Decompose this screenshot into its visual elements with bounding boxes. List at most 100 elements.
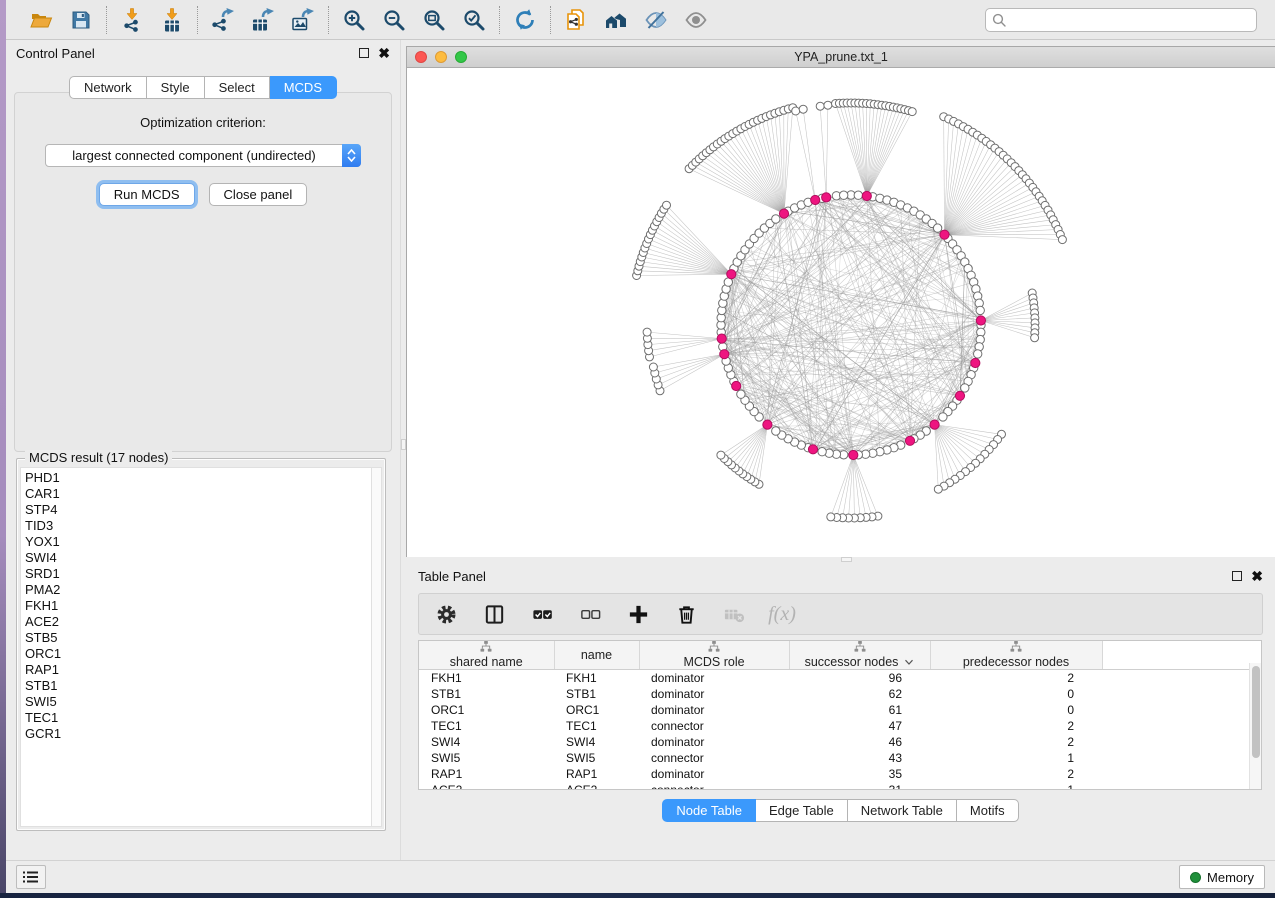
mcds-result-item[interactable]: RAP1: [25, 662, 371, 678]
select-all-icon[interactable]: [529, 601, 555, 627]
table-row[interactable]: TEC1TEC1connector472: [419, 718, 1261, 734]
split-panel-icon[interactable]: [481, 601, 507, 627]
table-scrollbar[interactable]: [1249, 663, 1261, 789]
export-table-icon[interactable]: [250, 7, 276, 33]
memory-label: Memory: [1207, 870, 1254, 885]
zoom-out-icon[interactable]: [381, 7, 407, 33]
import-table-icon[interactable]: [159, 7, 185, 33]
tab-style[interactable]: Style: [147, 76, 205, 99]
deselect-all-icon[interactable]: [577, 601, 603, 627]
show-all-icon[interactable]: [683, 7, 709, 33]
table-row[interactable]: ORC1ORC1dominator610: [419, 702, 1261, 718]
table-scrollbar-thumb[interactable]: [1252, 666, 1260, 758]
cytoscape-window: Control Panel ✖ NetworkStyleSelectMCDS O…: [6, 0, 1275, 893]
mcds-result-title: MCDS result (17 nodes): [25, 450, 172, 465]
list-icon: [23, 870, 39, 884]
network-titlebar[interactable]: YPA_prune.txt_1: [407, 47, 1275, 68]
mcds-result-item[interactable]: PMA2: [25, 582, 371, 598]
close-panel-button[interactable]: Close panel: [209, 183, 308, 206]
mcds-result-item[interactable]: TID3: [25, 518, 371, 534]
criterion-select[interactable]: largest connected component (undirected): [45, 144, 361, 167]
export-network-icon[interactable]: [210, 7, 236, 33]
table-row[interactable]: ACE2ACE2connector311: [419, 782, 1261, 791]
mcds-result-list[interactable]: PHD1CAR1STP4TID3YOX1SWI4SRD1PMA2FKH1ACE2…: [20, 467, 371, 827]
column-header-name[interactable]: name: [554, 641, 639, 670]
memory-button[interactable]: Memory: [1179, 865, 1265, 889]
table-panel-header: Table Panel ✖: [406, 563, 1275, 589]
add-row-icon[interactable]: [625, 601, 651, 627]
zoom-fit-icon[interactable]: [421, 7, 447, 33]
table-row[interactable]: SWI5SWI5connector431: [419, 750, 1261, 766]
show-neighbors-icon[interactable]: [603, 7, 629, 33]
table-row[interactable]: STB1STB1dominator620: [419, 686, 1261, 702]
node-table[interactable]: shared namenameMCDS rolesuccessor nodesp…: [419, 641, 1261, 790]
hide-selected-icon[interactable]: [643, 7, 669, 33]
zoom-in-icon[interactable]: [341, 7, 367, 33]
network-canvas[interactable]: [407, 68, 1275, 557]
mcds-result-item[interactable]: SWI5: [25, 694, 371, 710]
table-row[interactable]: RAP1RAP1dominator352: [419, 766, 1261, 782]
import-network-icon[interactable]: [119, 7, 145, 33]
task-history-button[interactable]: [16, 865, 46, 889]
tab-edge-table[interactable]: Edge Table: [756, 799, 848, 822]
column-header-MCDS-role[interactable]: MCDS role: [639, 641, 789, 670]
zoom-selected-icon[interactable]: [461, 7, 487, 33]
mcds-result-item[interactable]: SWI4: [25, 550, 371, 566]
search-input[interactable]: [1011, 10, 1250, 30]
select-stepper-icon: [342, 144, 361, 167]
mcds-result-item[interactable]: ACE2: [25, 614, 371, 630]
main-toolbar: [6, 0, 1275, 40]
close-panel-icon[interactable]: ✖: [378, 48, 390, 58]
export-image-icon[interactable]: [290, 7, 316, 33]
clone-network-icon[interactable]: [563, 7, 589, 33]
mcds-result-item[interactable]: STB5: [25, 630, 371, 646]
delete-row-icon[interactable]: [673, 601, 699, 627]
optimization-criterion-label: Optimization criterion:: [15, 115, 391, 130]
memory-status-icon: [1190, 872, 1201, 883]
mcds-result-item[interactable]: CAR1: [25, 486, 371, 502]
mcds-result-group: MCDS result (17 nodes) PHD1CAR1STP4TID3Y…: [16, 458, 386, 831]
mcds-result-item[interactable]: YOX1: [25, 534, 371, 550]
mcds-result-item[interactable]: FKH1: [25, 598, 371, 614]
splitter-handle[interactable]: [401, 439, 406, 450]
column-header-successor-nodes[interactable]: successor nodes: [789, 641, 930, 670]
tab-node-table[interactable]: Node Table: [662, 799, 756, 822]
float-panel-icon[interactable]: [359, 48, 369, 58]
table-row[interactable]: SWI4SWI4dominator462: [419, 734, 1261, 750]
column-header-predecessor-nodes[interactable]: predecessor nodes: [930, 641, 1102, 670]
mcds-result-item[interactable]: GCR1: [25, 726, 371, 742]
control-panel-header: Control Panel ✖: [6, 40, 400, 66]
mcds-result-item[interactable]: STP4: [25, 502, 371, 518]
tab-network[interactable]: Network: [69, 76, 147, 99]
tab-motifs[interactable]: Motifs: [957, 799, 1019, 822]
mcds-result-item[interactable]: SRD1: [25, 566, 371, 582]
tab-network-table[interactable]: Network Table: [848, 799, 957, 822]
mcds-result-item[interactable]: PHD1: [25, 470, 371, 486]
mcds-result-item[interactable]: TEC1: [25, 710, 371, 726]
control-panel: Control Panel ✖ NetworkStyleSelectMCDS O…: [6, 40, 400, 860]
splitter-handle[interactable]: [841, 557, 852, 562]
refresh-view-icon[interactable]: [512, 7, 538, 33]
mcds-result-item[interactable]: ORC1: [25, 646, 371, 662]
control-panel-tabs: NetworkStyleSelectMCDS: [6, 76, 400, 99]
control-panel-title: Control Panel: [16, 46, 95, 61]
table-tabs: Node TableEdge TableNetwork TableMotifs: [406, 799, 1275, 822]
tab-select[interactable]: Select: [205, 76, 270, 99]
mcds-result-item[interactable]: STB1: [25, 678, 371, 694]
open-file-icon[interactable]: [28, 7, 54, 33]
main-area: Control Panel ✖ NetworkStyleSelectMCDS O…: [6, 40, 1275, 860]
network-graph[interactable]: [407, 68, 1275, 557]
close-panel-icon[interactable]: ✖: [1251, 571, 1263, 581]
save-session-icon[interactable]: [68, 7, 94, 33]
run-mcds-button[interactable]: Run MCDS: [99, 183, 195, 206]
criterion-selected-value: largest connected component (undirected): [46, 148, 342, 163]
apply-function-icon[interactable]: f(x): [769, 601, 795, 627]
settings-icon[interactable]: [433, 601, 459, 627]
table-panel-title: Table Panel: [418, 569, 486, 584]
tab-mcds[interactable]: MCDS: [270, 76, 337, 99]
clear-table-icon[interactable]: [721, 601, 747, 627]
table-row[interactable]: FKH1FKH1dominator962: [419, 670, 1261, 686]
float-panel-icon[interactable]: [1232, 571, 1242, 581]
mcds-list-scrollbar[interactable]: [371, 467, 382, 827]
column-header-shared-name[interactable]: shared name: [419, 641, 554, 670]
